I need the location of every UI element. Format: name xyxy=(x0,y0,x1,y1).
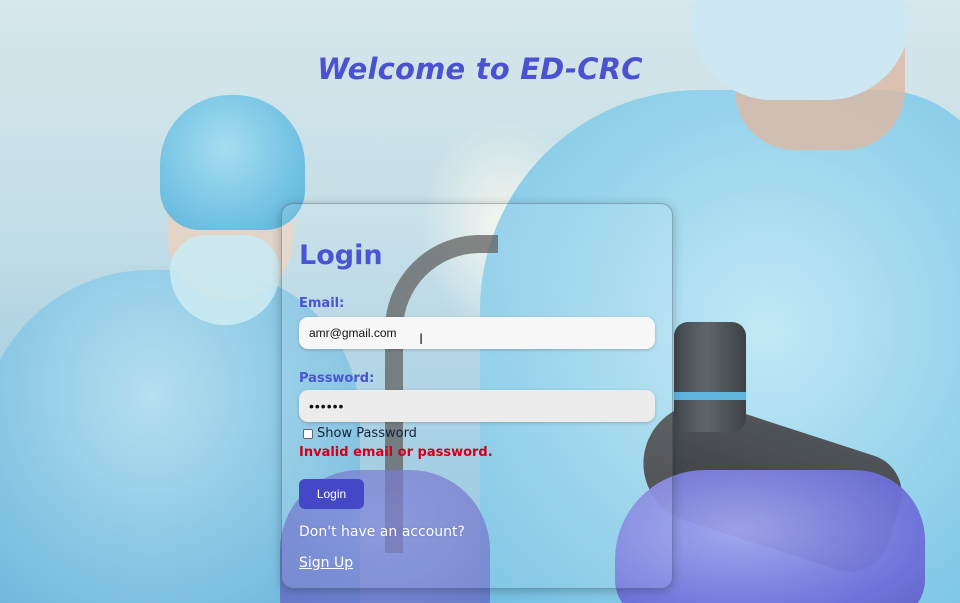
login-card: Login Email: I Password: Show Password I… xyxy=(281,203,673,589)
show-password-toggle[interactable]: Show Password xyxy=(303,426,417,441)
login-button[interactable]: Login xyxy=(299,479,364,509)
email-field[interactable] xyxy=(299,317,655,349)
error-message: Invalid email or password. xyxy=(299,445,493,460)
email-label: Email: xyxy=(299,296,345,311)
text-cursor-icon: I xyxy=(419,332,424,348)
signup-prompt: Don't have an account? xyxy=(299,524,465,540)
page-title: Welcome to ED-CRC xyxy=(317,52,643,86)
login-heading: Login xyxy=(299,240,383,271)
show-password-label: Show Password xyxy=(317,426,417,441)
password-label: Password: xyxy=(299,371,375,386)
signup-link[interactable]: Sign Up xyxy=(299,555,353,571)
login-page: Welcome to ED-CRC Login Email: I Passwor… xyxy=(0,0,960,603)
password-field[interactable] xyxy=(299,390,655,422)
show-password-checkbox[interactable] xyxy=(303,428,313,439)
